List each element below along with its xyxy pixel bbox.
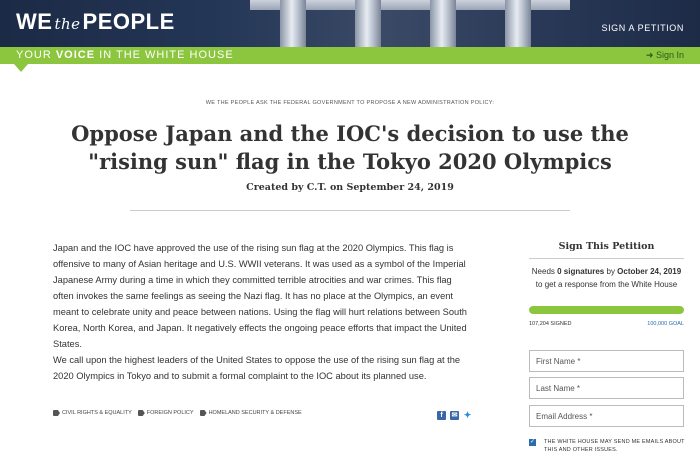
petition-body-paragraph: We call upon the highest leaders of the … (53, 355, 461, 381)
progress-fill (529, 306, 684, 314)
issue-tag[interactable]: HOMELAND SECURITY & DEFENSE (199, 410, 302, 416)
facebook-icon[interactable]: f (437, 411, 446, 420)
tagline-pointer (14, 64, 28, 72)
issue-tag[interactable]: FOREIGN POLICY (137, 410, 194, 416)
issue-tags: CIVIL RIGHTS & EQUALITY FOREIGN POLICY H… (53, 410, 302, 416)
tag-icon (53, 410, 60, 416)
tagline-bar: YOUR VOICE IN THE WHITE HOUSE ➜ Sign In (0, 47, 700, 72)
email-consent: ✓ THE WHITE HOUSE MAY SEND ME EMAILS ABO… (529, 438, 689, 454)
first-name-field[interactable]: First Name * (529, 350, 684, 372)
white-house-columns-image (250, 0, 570, 47)
consent-label: THE WHITE HOUSE MAY SEND ME EMAILS ABOUT… (544, 439, 685, 453)
petition-created-by: Created by C.T. on September 24, 2019 (246, 182, 454, 193)
tag-icon (137, 410, 145, 416)
sign-divider (529, 258, 684, 259)
we-the-people-logo[interactable]: WE thePEOPLE (16, 9, 175, 35)
last-name-field[interactable]: Last Name * (529, 377, 684, 399)
email-field[interactable]: Email Address * (529, 405, 684, 427)
title-divider (130, 210, 570, 211)
petition-title: Oppose Japan and the IOC's decision to u… (71, 121, 629, 174)
consent-checkbox[interactable]: ✓ (529, 439, 536, 446)
tagline: YOUR VOICE IN THE WHITE HOUSE (16, 49, 234, 61)
sign-in-link[interactable]: ➜ Sign In (646, 50, 684, 61)
tag-icon (199, 410, 207, 416)
share-buttons: f ✉ ✦ (437, 411, 472, 420)
signed-count: 107,204 SIGNED (529, 321, 572, 327)
sign-in-icon: ➜ (645, 50, 654, 60)
petition-body: Japan and the IOC have approved the use … (53, 240, 473, 384)
site-header: WE thePEOPLE SIGN A PETITION (0, 0, 700, 47)
petition-ask-label: WE THE PEOPLE ASK THE FEDERAL GOVERNMENT… (205, 100, 495, 106)
signature-progress-bar (529, 306, 684, 314)
goal-count: 100,000 GOAL (647, 321, 684, 327)
sign-petition-heading: Sign This Petition (558, 241, 655, 252)
petition-body-paragraph: Japan and the IOC have approved the use … (53, 243, 467, 349)
signatures-needed: Needs 0 signatures by October 24, 2019 t… (531, 267, 682, 289)
email-icon[interactable]: ✉ (450, 411, 459, 420)
issue-tag[interactable]: CIVIL RIGHTS & EQUALITY (53, 410, 132, 416)
twitter-icon[interactable]: ✦ (463, 411, 472, 420)
sign-a-petition-link[interactable]: SIGN A PETITION (601, 23, 684, 33)
